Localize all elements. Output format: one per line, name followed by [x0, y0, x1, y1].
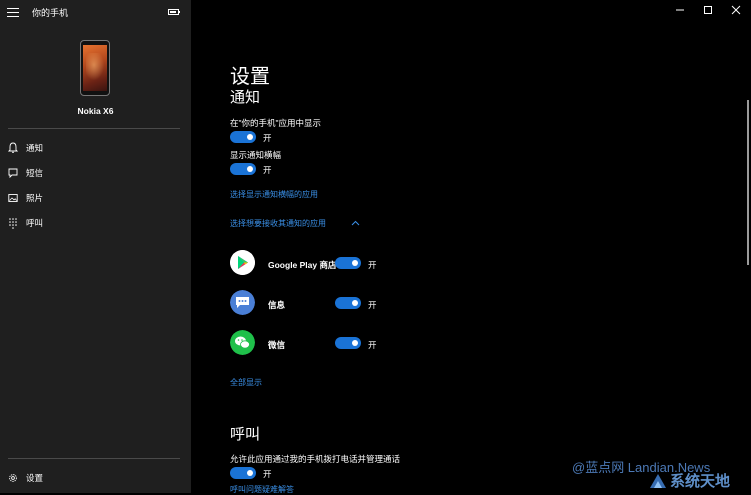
app-notification-toggle[interactable]	[335, 337, 361, 349]
sidebar-item-messages[interactable]: 短信	[0, 164, 191, 184]
sidebar-item-notifications[interactable]: 通知	[0, 139, 191, 159]
sidebar-item-label: 短信	[26, 168, 44, 178]
allow-calls-toggle[interactable]	[230, 467, 256, 479]
message-icon	[8, 168, 18, 179]
show-all-link[interactable]: 全部显示	[230, 377, 262, 388]
sidebar-divider	[8, 128, 180, 129]
watermark-logo-icon	[650, 474, 666, 488]
notifications-heading: 通知	[230, 89, 261, 106]
banner-apps-link[interactable]: 选择显示通知横幅的应用	[230, 189, 318, 200]
minimize-icon[interactable]	[673, 3, 687, 17]
google-play-icon	[230, 250, 255, 275]
sidebar-item-photos[interactable]: 照片	[0, 189, 191, 209]
sidebar-item-settings[interactable]: 设置	[0, 469, 191, 489]
hamburger-menu-icon[interactable]	[7, 8, 19, 18]
messages-app-icon	[230, 290, 255, 315]
toggle-state: 开	[263, 133, 272, 143]
toggle-state: 开	[263, 469, 272, 479]
allow-calls-label: 允许此应用通过我的手机拨打电话并管理通话	[230, 454, 401, 464]
toggle-state: 开	[368, 340, 377, 350]
chevron-up-icon[interactable]	[351, 220, 360, 226]
sidebar-item-label: 设置	[26, 473, 44, 483]
toggle-state: 开	[368, 260, 377, 270]
sidebar: 你的手机 Nokia X6 通知 短信 照片 呼叫 设置	[0, 0, 191, 493]
calls-heading: 呼叫	[230, 426, 261, 443]
app-title: 你的手机	[32, 8, 69, 18]
toggle-state: 开	[368, 300, 377, 310]
page-title: 设置	[230, 66, 270, 88]
sidebar-divider	[8, 458, 180, 459]
scrollbar[interactable]	[747, 100, 749, 265]
phone-name: Nokia X6	[77, 106, 114, 116]
sidebar-item-label: 通知	[26, 143, 44, 153]
photo-icon	[8, 194, 18, 202]
sidebar-item-calls[interactable]: 呼叫	[0, 214, 191, 234]
watermark-cn-text: 系统天地	[670, 473, 731, 490]
bell-icon	[8, 142, 18, 153]
toggle-state: 开	[263, 165, 272, 175]
wechat-icon	[230, 330, 255, 355]
phone-image	[80, 40, 110, 96]
dialpad-icon	[9, 218, 17, 229]
sidebar-item-label: 照片	[26, 193, 44, 203]
close-icon[interactable]	[729, 3, 743, 17]
app-name: 信息	[268, 300, 286, 310]
troubleshoot-link[interactable]: 呼叫问题疑难解答	[230, 484, 294, 495]
app-name: Google Play 商店	[268, 260, 337, 270]
show-banner-toggle[interactable]	[230, 163, 256, 175]
app-notification-toggle[interactable]	[335, 297, 361, 309]
battery-icon	[168, 9, 180, 15]
sidebar-item-label: 呼叫	[26, 218, 44, 228]
show-in-app-label: 在"你的手机"应用中显示	[230, 118, 322, 128]
gear-icon	[9, 474, 17, 482]
app-notification-toggle[interactable]	[335, 257, 361, 269]
choose-apps-link[interactable]: 选择想要接收其通知的应用	[230, 218, 326, 229]
maximize-icon[interactable]	[701, 3, 715, 17]
app-name: 微信	[268, 340, 286, 350]
show-in-app-toggle[interactable]	[230, 131, 256, 143]
show-banner-label: 显示通知横幅	[230, 150, 282, 160]
